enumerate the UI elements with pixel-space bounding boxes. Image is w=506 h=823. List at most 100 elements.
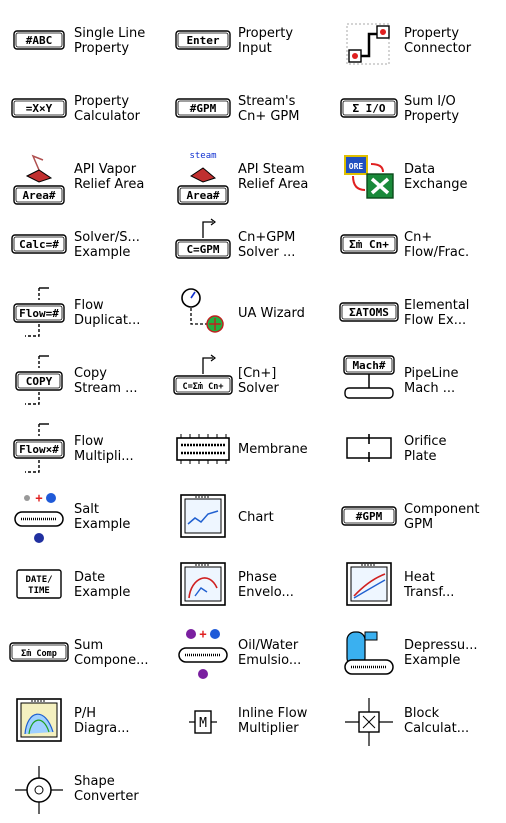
palette-item[interactable]: + Oil/Water Emulsio...	[170, 622, 332, 684]
palette-item-label: UA Wizard	[238, 305, 305, 321]
svg-text:ΣATOMS: ΣATOMS	[349, 306, 389, 319]
gpm-icon: #GPM	[170, 80, 236, 138]
palette-item[interactable]: Property Connector	[336, 10, 498, 72]
palette-item[interactable]: ΣATOMS Elemental Flow Ex...	[336, 282, 498, 344]
palette-item[interactable]: Calc=# Solver/S... Example	[6, 214, 168, 276]
palette-item[interactable]: ORE Data Exchange	[336, 146, 498, 208]
component-gpm-icon: #GPM	[336, 488, 402, 546]
palette-item-label: Cn+ Flow/Frac.	[404, 230, 470, 260]
svg-text:COPY: COPY	[26, 375, 53, 388]
palette-item-label: Property Calculator	[74, 94, 141, 124]
salt-icon: +	[6, 488, 72, 546]
object-palette: #ABC Single Line Property Enter Property In…	[0, 0, 506, 823]
palette-item[interactable]: #GPM Stream's Cn+ GPM	[170, 78, 332, 140]
palette-item-label: Heat Transf...	[404, 570, 455, 600]
pipeline-mach-icon: Mach#	[336, 352, 402, 410]
palette-item-label: Sum Compone...	[74, 638, 149, 668]
oil-water-icon: +	[170, 624, 236, 682]
elemental-flow-icon: ΣATOMS	[336, 284, 402, 342]
palette-item-label: Inline Flow Multiplier	[238, 706, 308, 736]
palette-item-label: Solver/S... Example	[74, 230, 140, 260]
palette-item-label: Elemental Flow Ex...	[404, 298, 470, 328]
palette-item[interactable]: Membrane	[170, 418, 332, 480]
palette-item[interactable]: Mach# PipeLine Mach ...	[336, 350, 498, 412]
palette-item[interactable]: C=Σṁ Cn+ [Cn+] Solver	[170, 350, 332, 412]
inline-flow-icon: M	[170, 692, 236, 750]
palette-item[interactable]: =X×Y Property Calculator	[6, 78, 168, 140]
palette-item-label: API Vapor Relief Area	[74, 162, 145, 192]
svg-text:C=Σṁ Cn+: C=Σṁ Cn+	[183, 382, 224, 392]
palette-item-label: Membrane	[238, 441, 308, 457]
palette-item-label: Shape Converter	[74, 774, 139, 804]
palette-item[interactable]: Heat Transf...	[336, 554, 498, 616]
steam-relief-icon: steam Area#	[170, 148, 236, 206]
palette-item-label: Flow Duplicat...	[74, 298, 141, 328]
palette-item[interactable]: C=GPM Cn+GPM Solver ...	[170, 214, 332, 276]
palette-item[interactable]: UA Wizard	[170, 282, 332, 344]
palette-item-label: Flow Multipli...	[74, 434, 134, 464]
svg-text:Enter: Enter	[186, 34, 219, 47]
palette-item[interactable]: Σ I/O Sum I/O Property	[336, 78, 498, 140]
svg-text:Σ I/O: Σ I/O	[352, 102, 385, 115]
palette-item[interactable]: Flow×# Flow Multipli...	[6, 418, 168, 480]
svg-text:#ABC: #ABC	[26, 34, 53, 47]
palette-item[interactable]: Shape Converter	[6, 758, 168, 820]
svg-text:M: M	[199, 716, 207, 731]
palette-item-label: Copy Stream ...	[74, 366, 138, 396]
gpm-solver-icon: C=GPM	[170, 216, 236, 274]
palette-item-label: Phase Envelo...	[238, 570, 294, 600]
palette-item[interactable]: #GPM Component GPM	[336, 486, 498, 548]
svg-text:steam: steam	[189, 151, 216, 161]
palette-item-label: Orifice Plate	[404, 434, 447, 464]
svg-text:ORE: ORE	[349, 162, 364, 171]
flow-frac-icon: Σṁ Cn+	[336, 216, 402, 274]
block-calculator-icon	[336, 692, 402, 750]
palette-item[interactable]: Chart	[170, 486, 332, 548]
svg-text:Σṁ Comp: Σṁ Comp	[21, 649, 57, 659]
ua-wizard-icon	[170, 284, 236, 342]
palette-item[interactable]: Σṁ Cn+ Cn+ Flow/Frac.	[336, 214, 498, 276]
orifice-plate-icon	[336, 420, 402, 478]
palette-item[interactable]: Flow=# Flow Duplicat...	[6, 282, 168, 344]
palette-item[interactable]: Depressu... Example	[336, 622, 498, 684]
palette-item[interactable]: Block Calculat...	[336, 690, 498, 752]
palette-item[interactable]: #ABC Single Line Property	[6, 10, 168, 72]
svg-text:Area#: Area#	[186, 189, 219, 202]
palette-item[interactable]: Phase Envelo...	[170, 554, 332, 616]
palette-item-label: API Steam Relief Area	[238, 162, 309, 192]
palette-item-label: Salt Example	[74, 502, 131, 532]
svg-text:Flow×#: Flow×#	[19, 443, 59, 456]
svg-text:Flow=#: Flow=#	[19, 307, 59, 320]
shape-converter-icon	[6, 760, 72, 818]
svg-text:Area#: Area#	[22, 189, 55, 202]
ph-diagram-icon	[6, 692, 72, 750]
palette-item[interactable]: COPY Copy Stream ...	[6, 350, 168, 412]
palette-item[interactable]: DATE/TIME Date Example	[6, 554, 168, 616]
palette-item-label: Component GPM	[404, 502, 480, 532]
svg-text:DATE/: DATE/	[25, 575, 52, 585]
palette-item[interactable]: M Inline Flow Multiplier	[170, 690, 332, 752]
palette-item-label: Chart	[238, 509, 274, 525]
svg-text:Σṁ Cn+: Σṁ Cn+	[349, 238, 389, 251]
palette-item[interactable]: Area# API Vapor Relief Area	[6, 146, 168, 208]
chart-icon	[170, 488, 236, 546]
palette-item[interactable]: Σṁ Comp Sum Compone...	[6, 622, 168, 684]
svg-text:TIME: TIME	[28, 586, 50, 596]
calculator-icon: =X×Y	[6, 80, 72, 138]
palette-item-label: Single Line Property	[74, 26, 146, 56]
flow-duplicator-icon: Flow=#	[6, 284, 72, 342]
svg-text:C=GPM: C=GPM	[186, 243, 219, 256]
svg-text:Calc=#: Calc=#	[19, 238, 59, 251]
palette-item[interactable]: P/H Diagra...	[6, 690, 168, 752]
palette-item[interactable]: Enter Property Input	[170, 10, 332, 72]
palette-item[interactable]: + Salt Example	[6, 486, 168, 548]
palette-item-label: Oil/Water Emulsio...	[238, 638, 302, 668]
palette-item-label: Property Input	[238, 26, 294, 56]
palette-item[interactable]: steam Area# API Steam Relief Area	[170, 146, 332, 208]
membrane-icon	[170, 420, 236, 478]
palette-item[interactable]: Orifice Plate	[336, 418, 498, 480]
depressuring-icon	[336, 624, 402, 682]
svg-text:#GPM: #GPM	[356, 510, 383, 523]
calc-icon: Calc=#	[6, 216, 72, 274]
copy-stream-icon: COPY	[6, 352, 72, 410]
